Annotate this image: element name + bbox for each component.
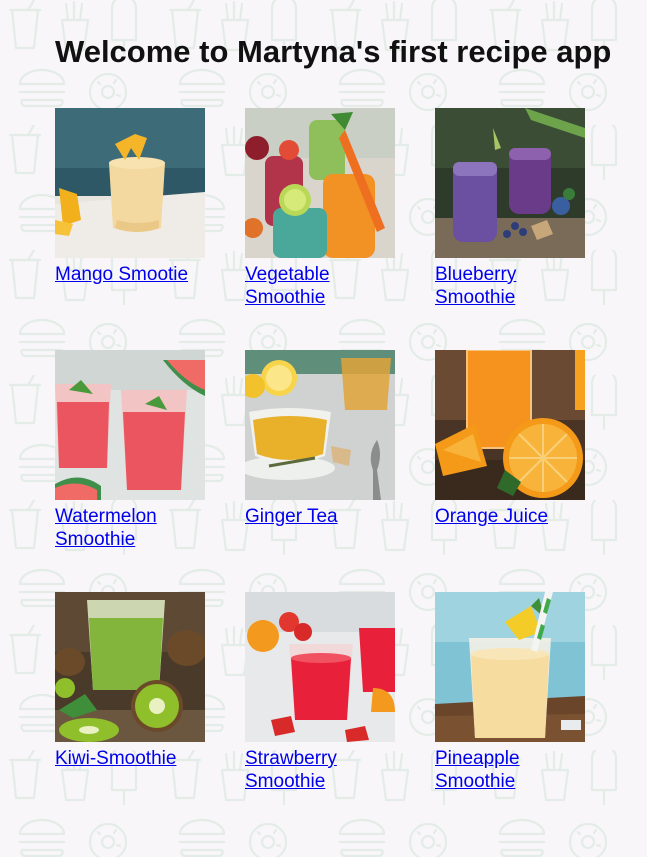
recipe-card-mango-smoothie[interactable]: Mango Smootie — [55, 108, 205, 350]
recipe-card-kiwi-smoothie[interactable]: Kiwi-Smoothie — [55, 592, 205, 834]
blueberry-smoothie-photo[interactable] — [435, 108, 585, 258]
orange-juice-photo[interactable] — [435, 350, 585, 500]
recipe-link-label[interactable]: Kiwi-Smoothie — [55, 747, 205, 770]
recipe-link-label[interactable]: Vegetable Smoothie — [245, 263, 395, 309]
recipe-card-orange-juice[interactable]: Orange Juice — [435, 350, 585, 592]
mango-smoothie-photo[interactable] — [55, 108, 205, 258]
recipe-card-watermelon-smoothie[interactable]: Watermelon Smoothie — [55, 350, 205, 592]
recipe-grid: Mango Smootie Vegetable Smoothie Blueber… — [55, 108, 647, 834]
recipe-card-vegetable-smoothie[interactable]: Vegetable Smoothie — [245, 108, 395, 350]
page-content: Welcome to Martyna's first recipe app Ma… — [0, 0, 647, 834]
recipe-link-label[interactable]: Ginger Tea — [245, 505, 395, 528]
page-title: Welcome to Martyna's first recipe app — [55, 34, 612, 69]
kiwi-smoothie-photo[interactable] — [55, 592, 205, 742]
recipe-card-pineapple-smoothie[interactable]: Pineapple Smoothie — [435, 592, 585, 834]
ginger-tea-photo[interactable] — [245, 350, 395, 500]
recipe-link-label[interactable]: Strawberry Smoothie — [245, 747, 395, 793]
recipe-link-label[interactable]: Mango Smootie — [55, 263, 205, 286]
recipe-link-label[interactable]: Watermelon Smoothie — [55, 505, 205, 551]
pineapple-smoothie-photo[interactable] — [435, 592, 585, 742]
recipe-link-label[interactable]: Pineapple Smoothie — [435, 747, 585, 793]
vegetable-smoothie-photo[interactable] — [245, 108, 395, 258]
watermelon-smoothie-photo[interactable] — [55, 350, 205, 500]
recipe-card-strawberry-smoothie[interactable]: Strawberry Smoothie — [245, 592, 395, 834]
recipe-link-label[interactable]: Orange Juice — [435, 505, 585, 528]
recipe-link-label[interactable]: Blueberry Smoothie — [435, 263, 585, 309]
recipe-card-blueberry-smoothie[interactable]: Blueberry Smoothie — [435, 108, 585, 350]
recipe-card-ginger-tea[interactable]: Ginger Tea — [245, 350, 395, 592]
strawberry-smoothie-photo[interactable] — [245, 592, 395, 742]
